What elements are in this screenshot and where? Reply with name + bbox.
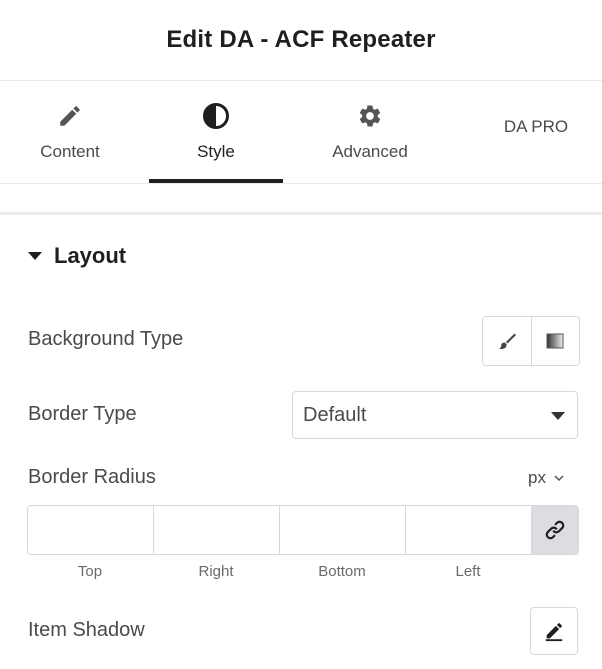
border-type-value: Default [303,403,367,426]
gradient-icon [546,333,564,349]
radius-bottom-label: Bottom [318,563,366,580]
border-radius-label: Border Radius [28,466,156,488]
radius-right-input[interactable] [154,506,280,554]
item-shadow-edit-button[interactable] [530,607,578,655]
tab-da-pro-label: DA PRO [503,117,569,136]
pencil-icon [56,102,84,130]
radius-left-label: Left [455,563,481,580]
border-radius-inputs [27,505,579,555]
link-icon [545,520,565,540]
radius-left-input[interactable] [406,506,532,554]
tab-advanced-label: Advanced [332,142,408,161]
background-gradient-button[interactable] [530,317,580,365]
border-type-select[interactable]: Default [292,391,578,439]
chevron-down-icon [554,475,564,482]
section-divider [0,184,602,215]
background-type-label: Background Type [28,328,184,350]
caret-down-icon [28,252,42,260]
tab-advanced[interactable]: Advanced [300,81,440,183]
background-type-choices [482,316,580,366]
tab-bar: Content Style Advanced DA PRO [0,81,602,184]
radius-top-label: Top [77,563,103,580]
item-shadow-label: Item Shadow [28,619,145,641]
link-values-button[interactable] [532,506,578,554]
radius-right-label: Right [198,563,234,580]
panel-header: Edit DA - ACF Repeater [0,0,602,81]
tab-content-label: Content [40,142,100,161]
brush-icon [498,333,516,349]
half-circle-icon [202,102,230,130]
border-type-label: Border Type [28,403,137,425]
unit-selector[interactable]: px [528,466,564,490]
tab-da-pro[interactable]: DA PRO [470,81,602,183]
layout-section-toggle[interactable]: Layout [28,240,126,272]
radius-top-input[interactable] [28,506,154,554]
caret-down-icon [551,412,565,420]
gear-icon [356,102,384,130]
section-title: Layout [54,243,127,268]
unit-label: px [528,468,546,487]
tab-style-label: Style [197,142,235,161]
panel-title: Edit DA - ACF Repeater [166,26,436,53]
background-classic-button[interactable] [483,317,531,365]
tab-style[interactable]: Style [149,81,283,183]
tab-content[interactable]: Content [10,81,130,183]
pencil-icon [545,623,563,642]
radius-bottom-input[interactable] [280,506,406,554]
